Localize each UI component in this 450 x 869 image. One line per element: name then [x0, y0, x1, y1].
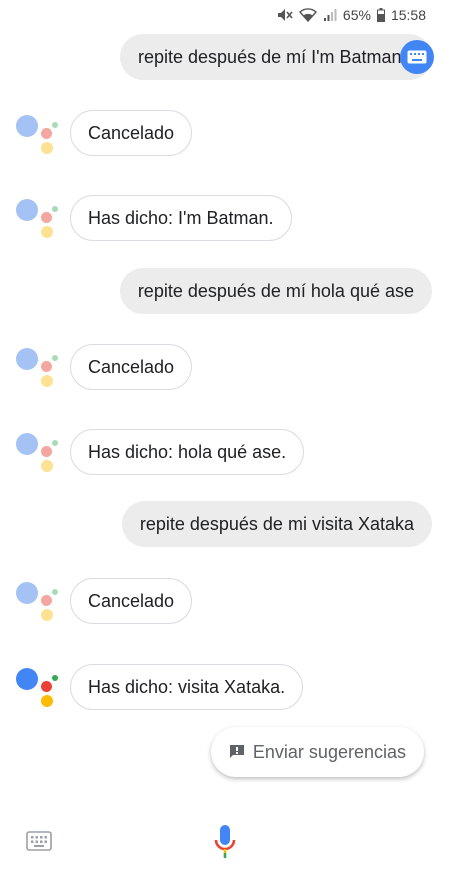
assistant-message-text: Has dicho: I'm Batman. [88, 208, 274, 228]
user-message-text: repite después de mí I'm Batman. [138, 47, 407, 67]
assistant-message-text: Cancelado [88, 357, 175, 377]
mic-icon [214, 825, 236, 858]
keyboard-icon [407, 50, 427, 64]
user-message: repite después de mí hola qué ase [119, 268, 432, 314]
user-message-text: repite después de mi visita Xataka [139, 514, 414, 534]
assistant-message: Has dicho: hola qué ase. [70, 429, 305, 475]
microphone-button[interactable] [213, 824, 237, 865]
battery-percent: 65% [342, 7, 371, 23]
user-message: repite después de mí I'm Batman. [120, 34, 432, 80]
send-feedback-chip[interactable]: Enviar sugerencias [210, 727, 424, 777]
assistant-message: Has dicho: visita Xataka. [70, 664, 304, 710]
signal-icon [323, 9, 337, 21]
assistant-logo-icon [16, 199, 62, 239]
assistant-message: Cancelado [70, 344, 193, 390]
assistant-message: Cancelado [70, 578, 193, 624]
assistant-message-text: Cancelado [88, 591, 175, 611]
mute-icon [277, 9, 293, 21]
user-message: repite después de mi visita Xataka [121, 501, 432, 547]
battery-icon [376, 8, 385, 22]
user-message-text: repite después de mí hola qué ase [137, 281, 414, 301]
edit-query-button[interactable] [400, 40, 434, 74]
assistant-message-text: Has dicho: visita Xataka. [88, 677, 286, 697]
assistant-logo-icon [16, 115, 62, 155]
status-bar: 65% 15:58 [0, 0, 450, 30]
keyboard-icon [26, 831, 52, 851]
assistant-logo-icon [16, 582, 62, 622]
assistant-message: Cancelado [70, 110, 193, 156]
assistant-logo-icon [16, 348, 62, 388]
assistant-logo-icon [16, 433, 62, 473]
send-feedback-label: Enviar sugerencias [252, 741, 406, 762]
wifi-icon [298, 8, 317, 22]
keyboard-button[interactable] [26, 831, 52, 856]
assistant-logo-icon [16, 668, 62, 708]
assistant-message-text: Cancelado [88, 123, 175, 143]
assistant-message-text: Has dicho: hola qué ase. [88, 442, 287, 462]
clock: 15:58 [390, 7, 426, 23]
assistant-message: Has dicho: I'm Batman. [70, 195, 292, 241]
feedback-icon [229, 745, 244, 758]
